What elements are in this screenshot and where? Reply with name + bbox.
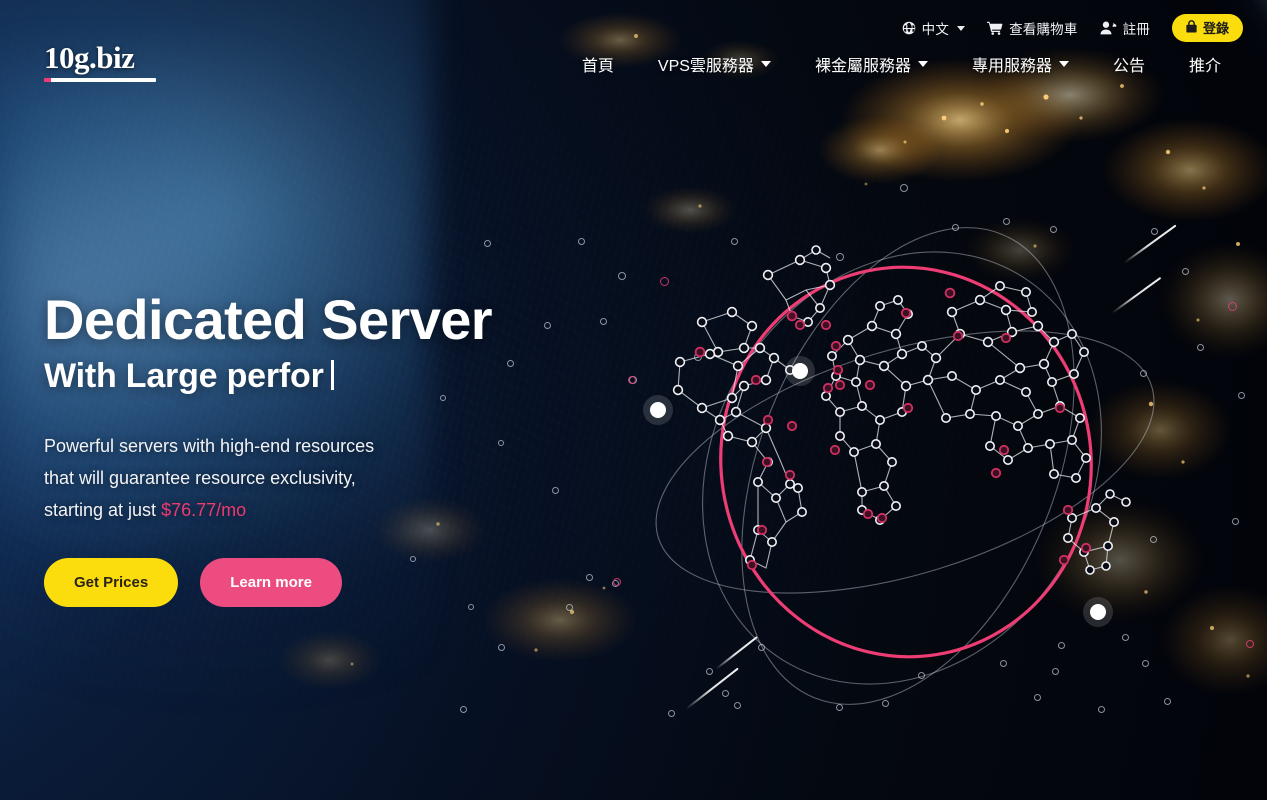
hero-content: Dedicated Server With Large perfor Power… bbox=[44, 288, 564, 608]
learn-more-button[interactable]: Learn more bbox=[200, 558, 342, 608]
user-plus-icon bbox=[1100, 21, 1117, 35]
register-label: 註冊 bbox=[1122, 22, 1150, 37]
hero-desc-line-3: starting at just $76.77/mo bbox=[44, 494, 564, 526]
hero-subtitle: With Large perfor bbox=[44, 357, 324, 396]
utility-bar: 中文 查看購物車 註冊 登錄 bbox=[902, 14, 1243, 42]
globe-icon bbox=[902, 21, 916, 35]
hero-section: 10g.biz 中文 查看購物車 註冊 登錄 首頁 VPS雲服務器 裸金屬服務器… bbox=[0, 0, 1267, 800]
language-label: 中文 bbox=[921, 22, 950, 37]
chevron-down-icon bbox=[917, 61, 928, 67]
hero-desc-line-1: Powerful servers with high-end resources bbox=[44, 435, 375, 456]
nav-item-home[interactable]: 首頁 bbox=[560, 52, 636, 76]
nav-label: 公告 bbox=[1112, 58, 1145, 75]
get-prices-button[interactable]: Get Prices bbox=[44, 558, 179, 608]
lock-icon bbox=[1186, 19, 1197, 36]
login-label: 登錄 bbox=[1202, 21, 1229, 36]
nav-label: 首頁 bbox=[581, 58, 614, 75]
logo-text: 10g.biz bbox=[44, 40, 135, 75]
nav-item-announcements[interactable]: 公告 bbox=[1091, 52, 1167, 76]
language-selector[interactable]: 中文 bbox=[902, 18, 966, 38]
nav-item-referral[interactable]: 推介 bbox=[1167, 52, 1243, 76]
nav-item-bare-metal-server[interactable]: 裸金屬服務器 bbox=[793, 52, 950, 76]
register-link[interactable]: 註冊 bbox=[1100, 18, 1150, 38]
main-navigation: 首頁 VPS雲服務器 裸金屬服務器 專用服務器 公告 推介 bbox=[560, 52, 1243, 76]
typing-cursor bbox=[330, 360, 334, 391]
hero-subtitle-row: With Large perfor bbox=[44, 357, 564, 395]
nav-label: 專用服務器 bbox=[971, 58, 1052, 75]
nav-label: VPS雲服務器 bbox=[657, 58, 754, 75]
hero-title: Dedicated Server bbox=[44, 288, 493, 351]
nav-item-dedicated-server[interactable]: 專用服務器 bbox=[950, 52, 1091, 76]
hero-desc-price-prefix: starting at just bbox=[44, 500, 162, 521]
site-logo[interactable]: 10g.biz bbox=[44, 42, 156, 82]
nav-item-vps-cloud-server[interactable]: VPS雲服務器 bbox=[636, 52, 793, 76]
site-header: 10g.biz 中文 查看購物車 註冊 登錄 首頁 VPS雲服務器 裸金屬服務器… bbox=[0, 0, 1267, 92]
view-cart-link[interactable]: 查看購物車 bbox=[987, 18, 1078, 38]
cart-label: 查看購物車 bbox=[1009, 22, 1078, 37]
hero-price: $76.77/mo bbox=[161, 500, 247, 521]
chevron-down-icon bbox=[957, 25, 966, 31]
cart-icon bbox=[987, 21, 1003, 35]
nav-label: 裸金屬服務器 bbox=[814, 58, 911, 75]
nav-label: 推介 bbox=[1188, 58, 1221, 75]
hero-desc-line-2: that will guarantee resource exclusivity… bbox=[44, 467, 356, 488]
chevron-down-icon bbox=[760, 61, 771, 67]
hero-description: Powerful servers with high-end resources… bbox=[44, 430, 564, 527]
login-button[interactable]: 登錄 bbox=[1171, 14, 1243, 42]
chevron-down-icon bbox=[1058, 61, 1069, 67]
hero-cta-row: Get Prices Learn more bbox=[44, 558, 564, 608]
logo-underline bbox=[44, 78, 156, 82]
